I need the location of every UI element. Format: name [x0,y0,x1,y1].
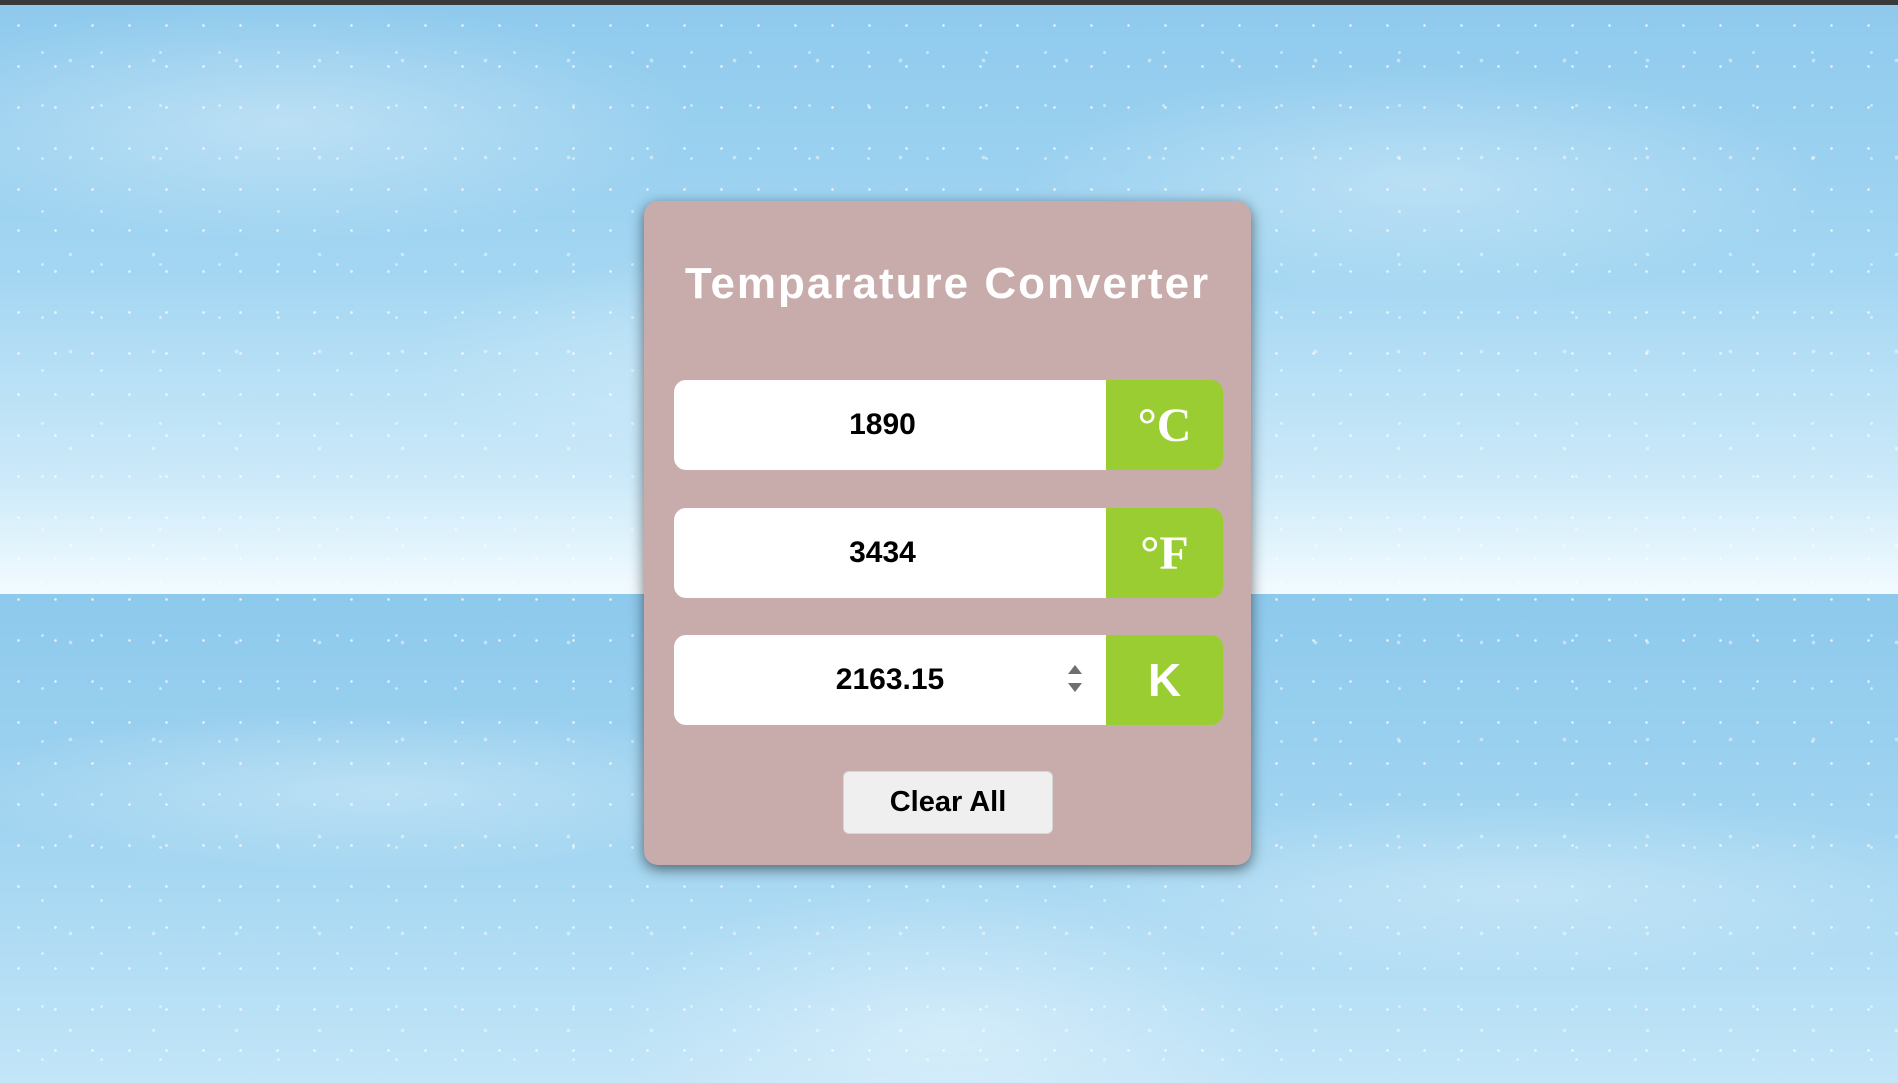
number-spinner-icon[interactable] [1067,665,1083,695]
spin-down-arrow-icon[interactable] [1068,683,1082,692]
kelvin-unit-label: K [1106,635,1223,725]
clear-all-button[interactable]: Clear All [843,771,1053,834]
fahrenheit-input[interactable] [674,508,1106,598]
kelvin-row: K [674,635,1223,725]
kelvin-input[interactable] [674,635,1106,725]
celsius-input[interactable] [674,380,1106,470]
page-title: Temparature Converter [684,259,1211,308]
celsius-row: °C [674,380,1223,470]
celsius-unit-label: °C [1106,380,1223,470]
converter-card: Temparature Converter °C °F K Clear All [644,201,1251,865]
fahrenheit-row: °F [674,508,1223,598]
spin-up-arrow-icon[interactable] [1068,665,1082,674]
fahrenheit-unit-label: °F [1106,508,1223,598]
